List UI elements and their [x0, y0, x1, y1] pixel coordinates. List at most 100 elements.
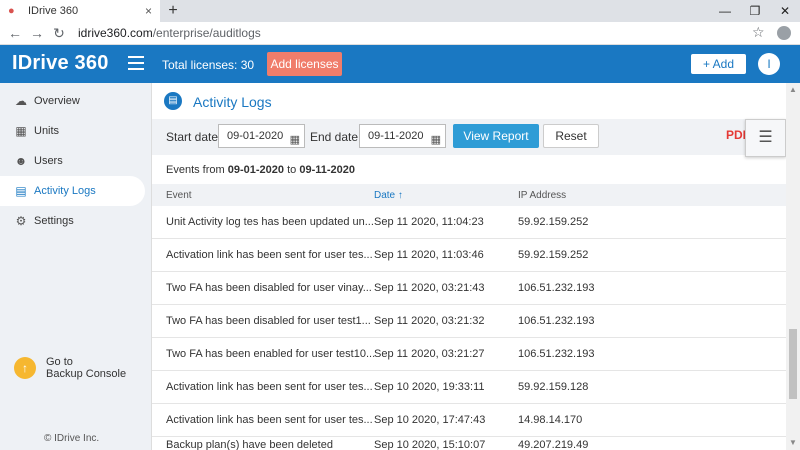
minimize-icon[interactable]: — — [710, 0, 740, 22]
forward-icon[interactable]: → — [28, 24, 46, 42]
events-prefix: Events from — [166, 164, 225, 176]
total-licenses: Total licenses: 30 — [162, 58, 255, 72]
ip-cell: 106.51.232.193 — [518, 282, 595, 294]
browser-tab[interactable]: ● IDrive 360 × — [0, 0, 160, 22]
event-cell: Activation link has been sent for user t… — [166, 381, 373, 393]
column-ip-address[interactable]: IP Address — [518, 190, 566, 201]
events-from: 09-01-2020 — [227, 164, 285, 176]
bookmark-star-icon[interactable]: ☆ — [752, 24, 765, 41]
date-cell: Sep 10 2020, 19:33:11 — [374, 381, 485, 393]
event-cell: Two FA has been disabled for user test1.… — [166, 315, 371, 327]
end-date-label: End date — [310, 130, 359, 144]
date-cell: Sep 10 2020, 17:47:43 — [374, 414, 486, 426]
event-cell: Two FA has been disabled for user vinay.… — [166, 282, 372, 294]
column-date[interactable]: Date ↑ — [374, 190, 403, 201]
date-cell: Sep 11 2020, 03:21:27 — [374, 348, 485, 360]
page-header: ▤ Activity Logs — [152, 83, 786, 119]
ip-cell: 106.51.232.193 — [518, 348, 595, 360]
new-tab-button[interactable]: + — [164, 2, 182, 20]
table-row[interactable]: Unit Activity log tes has been updated u… — [152, 206, 786, 239]
address-bar: ← → ↻ idrive360.com/enterprise/auditlogs… — [0, 22, 800, 45]
table-row[interactable]: Two FA has been enabled for user test10.… — [152, 338, 786, 371]
event-cell: Backup plan(s) have been deleted — [166, 439, 333, 450]
tab-close-icon[interactable]: × — [145, 4, 152, 18]
ip-cell: 59.92.159.252 — [518, 249, 589, 261]
url-host: idrive360.com — [78, 26, 153, 40]
event-cell: Two FA has been enabled for user test10.… — [166, 348, 376, 360]
events-to-word: to — [287, 164, 297, 176]
date-cell: Sep 11 2020, 11:04:23 — [374, 216, 484, 228]
user-avatar[interactable]: I — [758, 53, 780, 75]
sidebar-item-label: Units — [34, 125, 60, 137]
url-path: /enterprise/auditlogs — [152, 26, 261, 40]
ip-cell: 49.207.219.49 — [518, 439, 589, 450]
back-icon[interactable]: ← — [6, 24, 24, 42]
scroll-up-icon[interactable]: ▲ — [786, 83, 800, 97]
date-cell: Sep 11 2020, 03:21:43 — [374, 282, 485, 294]
date-cell: Sep 10 2020, 15:10:07 — [374, 439, 486, 450]
add-licenses-button[interactable]: Add licenses — [267, 52, 342, 76]
app-header: IDrive 360 Total licenses: 30 Add licens… — [0, 45, 800, 83]
hamburger-menu-icon[interactable] — [128, 56, 144, 70]
units-icon: ▦ — [15, 124, 27, 138]
table-row[interactable]: Activation link has been sent for user t… — [152, 239, 786, 272]
user-icon: ☻ — [14, 154, 28, 168]
scroll-down-icon[interactable]: ▼ — [786, 436, 800, 450]
backup-line-1: Go to — [46, 356, 73, 368]
scroll-thumb[interactable] — [789, 329, 797, 399]
ip-cell: 14.98.14.170 — [518, 414, 583, 426]
start-date-value: 09-01-2020 — [227, 130, 284, 142]
sidebar-item-label: Overview — [34, 95, 80, 107]
filter-sliders-icon[interactable]: ☰ — [745, 119, 786, 157]
calendar-icon[interactable]: ▦ — [290, 129, 300, 151]
date-cell: Sep 11 2020, 11:03:46 — [374, 249, 484, 261]
page-title: Activity Logs — [193, 94, 272, 110]
window-close-icon[interactable]: ✕ — [770, 0, 800, 22]
browser-tabstrip: ● IDrive 360 × + — ❐ ✕ — [0, 0, 800, 22]
sidebar-item-label: Activity Logs — [34, 185, 96, 197]
cloud-icon: ☁ — [15, 94, 27, 108]
event-cell: Activation link has been sent for user t… — [166, 249, 373, 261]
start-date-input[interactable]: 09-01-2020 ▦ — [218, 124, 305, 148]
ip-cell: 106.51.232.193 — [518, 315, 595, 327]
view-report-button[interactable]: View Report — [453, 124, 539, 148]
tab-title: IDrive 360 — [28, 5, 79, 17]
copyright: © IDrive Inc. — [44, 433, 100, 444]
add-button[interactable]: + Add — [691, 54, 746, 74]
end-date-input[interactable]: 09-11-2020 ▦ — [359, 124, 446, 148]
ip-cell: 59.92.159.252 — [518, 216, 589, 228]
table-row[interactable]: Two FA has been disabled for user test1.… — [152, 305, 786, 338]
table-row[interactable]: Activation link has been sent for user t… — [152, 404, 786, 437]
sidebar-item-label: Settings — [34, 215, 74, 227]
events-range: Events from 09-01-2020 to 09-11-2020 — [166, 164, 355, 176]
backup-line-2: Backup Console — [46, 368, 127, 380]
reload-icon[interactable]: ↻ — [50, 24, 68, 42]
table-row[interactable]: Activation link has been sent for user t… — [152, 371, 786, 404]
table-row[interactable]: Two FA has been disabled for user vinay.… — [152, 272, 786, 305]
table-header: Event Date ↑ IP Address — [152, 184, 786, 206]
calendar-icon[interactable]: ▦ — [431, 129, 441, 151]
sidebar-item-units[interactable]: ▦ Units — [0, 116, 145, 146]
main-content: ▤ Activity Logs Start date 09-01-2020 ▦ … — [152, 83, 786, 450]
event-cell: Activation link has been sent for user t… — [166, 414, 373, 426]
browser-profile-icon[interactable] — [777, 26, 791, 40]
filter-bar: Start date 09-01-2020 ▦ End date 09-11-2… — [152, 119, 786, 157]
page-scrollbar[interactable]: ▲ ▼ — [786, 83, 800, 450]
cloud-upload-icon: ↑ — [14, 357, 36, 379]
sidebar-item-settings[interactable]: ⚙ Settings — [0, 206, 145, 236]
sidebar: ☁ Overview ▦ Units ☻ Users ▤ Activity Lo… — [0, 83, 152, 450]
column-event[interactable]: Event — [166, 190, 192, 201]
restore-icon[interactable]: ❐ — [740, 0, 770, 22]
sidebar-item-label: Users — [34, 155, 63, 167]
gear-icon: ⚙ — [15, 214, 27, 228]
idrive-logo[interactable]: IDrive 360 — [12, 52, 109, 75]
sidebar-item-activity-logs[interactable]: ▤ Activity Logs — [0, 176, 145, 206]
ip-cell: 59.92.159.128 — [518, 381, 589, 393]
date-cell: Sep 11 2020, 03:21:32 — [374, 315, 485, 327]
reset-button[interactable]: Reset — [543, 124, 599, 148]
backup-console-link[interactable]: ↑ Go to Backup Console — [14, 356, 126, 380]
sidebar-item-users[interactable]: ☻ Users — [0, 146, 145, 176]
sidebar-item-overview[interactable]: ☁ Overview — [0, 86, 145, 116]
table-row[interactable]: Backup plan(s) have been deleted Sep 10 … — [152, 437, 786, 450]
url-field[interactable]: idrive360.com/enterprise/auditlogs — [78, 26, 261, 40]
